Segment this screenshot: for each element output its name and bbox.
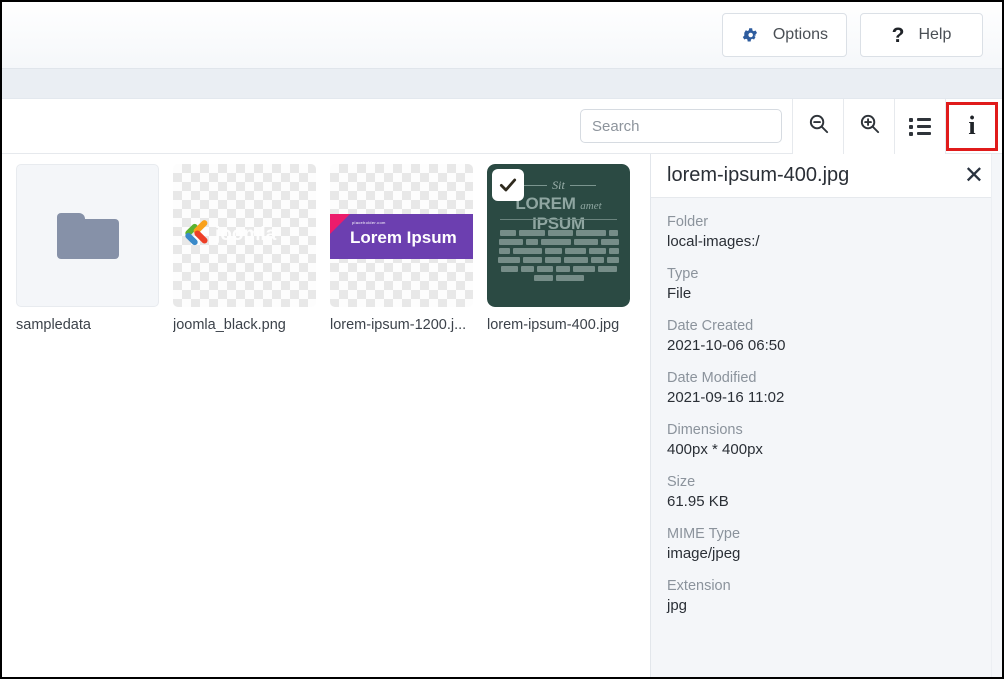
list-item-label: lorem-ipsum-1200.j... — [330, 317, 467, 333]
info-field-key: Date Created — [667, 318, 754, 334]
info-field-key: Size — [667, 474, 696, 490]
search-container — [580, 109, 782, 143]
placeholder-source-label: placeholder.com — [352, 220, 386, 225]
info-field: Size 61.95 KB — [667, 474, 1002, 510]
info-field-value: 2021-10-06 06:50 — [667, 337, 786, 354]
info-toggle-button[interactable]: i — [946, 101, 998, 151]
info-field-value: File — [667, 285, 692, 302]
info-field-key: Dimensions — [667, 422, 743, 438]
lorem-banner-label: Lorem Ipsum — [350, 228, 457, 247]
info-field-key: Type — [667, 266, 699, 282]
list-item-label: joomla_black.png — [173, 317, 286, 333]
info-panel: lorem-ipsum-400.jpg ✕ Folder local-image… — [650, 154, 1002, 677]
zoom-out-button[interactable] — [793, 98, 843, 154]
options-button[interactable]: Options — [721, 13, 847, 57]
info-field: Dimensions 400px * 400px — [667, 422, 1002, 458]
joomla-wordmark: joomla — [215, 224, 277, 245]
close-icon[interactable]: ✕ — [960, 163, 988, 188]
list-item[interactable]: joomla joomla_black.png — [173, 164, 330, 333]
question-mark-icon: ? — [891, 23, 905, 47]
list-item-label: sampledata — [16, 317, 91, 333]
lorem400-amet-label: amet — [580, 200, 602, 212]
lorem400-divider — [500, 219, 617, 220]
image-thumbnail: joomla — [173, 164, 316, 307]
gear-icon — [741, 26, 759, 44]
joomla-logo: joomla — [173, 216, 316, 254]
info-panel-body: Folder local-images:/ Type File Date Cre… — [651, 198, 1002, 677]
media-manager-window: Options ? Help Search i sampledata jooml… — [0, 0, 1004, 679]
search-input[interactable] — [580, 109, 782, 143]
info-field-value: 2021-09-16 11:02 — [667, 389, 785, 406]
info-panel-title: lorem-ipsum-400.jpg — [667, 164, 850, 186]
panel-scrollbar[interactable] — [991, 154, 1002, 677]
folder-thumbnail — [16, 164, 159, 307]
info-field: Folder local-images:/ — [667, 214, 1002, 250]
list-view-icon — [909, 117, 931, 136]
joomla-mark-icon — [183, 218, 211, 249]
lorem-banner: placeholder.com Lorem Ipsum — [330, 214, 473, 259]
info-field-key: MIME Type — [667, 526, 741, 542]
options-button-label: Options — [772, 26, 828, 43]
info-field: Extension jpg — [667, 578, 1002, 614]
lorem400-text-placeholder — [498, 230, 619, 281]
info-field-key: Folder — [667, 214, 709, 230]
info-field: Type File — [667, 266, 1002, 302]
image-thumbnail: placeholder.com Lorem Ipsum — [330, 164, 473, 307]
help-button-label: Help — [918, 26, 952, 43]
folder-icon — [56, 212, 119, 259]
info-field-value: jpg — [667, 597, 688, 614]
info-field-value: image/jpeg — [667, 545, 741, 562]
magnifier-minus-icon — [807, 112, 830, 140]
file-grid: sampledata joomla joomla_black.png place… — [16, 161, 650, 333]
info-field-key: Date Modified — [667, 370, 757, 386]
info-field: Date Modified 2021-09-16 11:02 — [667, 370, 1002, 406]
list-item-label: lorem-ipsum-400.jpg — [487, 317, 620, 333]
lorem400-lorem-label: LOREM — [515, 194, 576, 213]
magnifier-plus-icon — [858, 112, 881, 140]
pink-corner-accent — [330, 214, 350, 234]
selected-check-badge[interactable] — [492, 169, 524, 201]
info-panel-header: lorem-ipsum-400.jpg ✕ — [651, 154, 1002, 198]
list-view-button[interactable] — [895, 98, 945, 154]
info-field-key: Extension — [667, 578, 731, 594]
secondary-bar — [2, 68, 1002, 99]
info-field-value: local-images:/ — [667, 233, 760, 250]
checkmark-icon — [499, 178, 517, 192]
info-field: MIME Type image/jpeg — [667, 526, 1002, 562]
help-button[interactable]: ? Help — [860, 13, 983, 57]
list-item[interactable]: sampledata — [16, 164, 173, 333]
media-toolbar: i — [2, 98, 1002, 154]
zoom-in-button[interactable] — [844, 98, 894, 154]
image-thumbnail-selected: Sit LOREM amet IPSUM — [484, 161, 633, 310]
list-item[interactable]: Sit LOREM amet IPSUM lorem-ipsum-400.jpg — [484, 161, 644, 333]
lorem400-sit-label: Sit — [552, 178, 565, 192]
info-icon: i — [968, 111, 976, 140]
info-field: Date Created 2021-10-06 06:50 — [667, 318, 1002, 354]
list-item[interactable]: placeholder.com Lorem Ipsum lorem-ipsum-… — [330, 164, 487, 333]
file-browser: sampledata joomla joomla_black.png place… — [2, 154, 650, 677]
top-action-bar: Options ? Help — [2, 2, 1002, 68]
info-field-value: 61.95 KB — [667, 493, 729, 510]
info-field-value: 400px * 400px — [667, 441, 763, 458]
